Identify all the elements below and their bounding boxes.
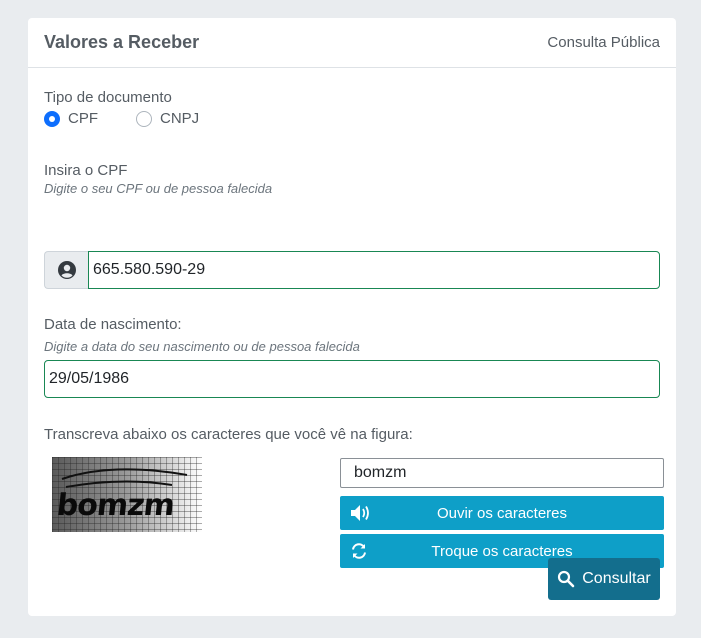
doc-type-radios: CPF CNPJ xyxy=(44,110,237,127)
consult-button[interactable]: Consultar xyxy=(548,558,660,600)
radio-cpf[interactable]: CPF xyxy=(44,110,98,127)
form-card: Valores a Receber Consulta Pública Tipo … xyxy=(28,18,676,616)
birth-date-input[interactable]: 29/05/1986 xyxy=(44,360,660,398)
card-header: Valores a Receber Consulta Pública xyxy=(28,18,676,68)
radio-cnpj[interactable]: CNPJ xyxy=(136,110,199,127)
captcha-image-text: bomzm xyxy=(55,488,176,523)
cpf-input-group: 665.580.590-29 xyxy=(44,251,660,289)
refresh-captcha-label: Troque os caracteres xyxy=(431,542,573,560)
captcha-controls: bomzm Ouvir os caracteres Troque os cara… xyxy=(340,458,664,568)
doc-type-group: Tipo de documento CPF CNPJ xyxy=(44,89,237,127)
refresh-icon xyxy=(352,543,366,559)
doc-type-label: Tipo de documento xyxy=(44,89,172,106)
birth-hint: Digite a data do seu nascimento ou de pe… xyxy=(44,339,360,354)
listen-captcha-button[interactable]: Ouvir os caracteres xyxy=(340,496,664,530)
page-subtitle: Consulta Pública xyxy=(547,34,660,51)
cpf-hint: Digite o seu CPF ou de pessoa falecida xyxy=(44,181,273,196)
cpf-group: Insira o CPF Digite o seu CPF ou de pess… xyxy=(44,162,272,196)
radio-cpf-label: CPF xyxy=(68,110,98,127)
cpf-input[interactable]: 665.580.590-29 xyxy=(88,251,660,289)
birth-label: Data de nascimento: xyxy=(44,316,182,333)
captcha-image: bomzm xyxy=(52,457,202,532)
radio-cnpj-indicator[interactable] xyxy=(136,110,152,127)
radio-cpf-indicator[interactable] xyxy=(44,110,60,127)
listen-captcha-label: Ouvir os caracteres xyxy=(436,504,568,522)
search-icon xyxy=(558,570,575,588)
consult-button-label: Consultar xyxy=(582,570,651,587)
cpf-addon xyxy=(44,251,88,289)
birth-group: Data de nascimento: Digite a data do seu… xyxy=(44,316,360,354)
captcha-input[interactable]: bomzm xyxy=(340,458,664,488)
volume-icon xyxy=(351,505,369,521)
user-circle-icon xyxy=(57,261,76,279)
cpf-label: Insira o CPF xyxy=(44,162,128,179)
radio-cnpj-label: CNPJ xyxy=(160,110,200,127)
page-title: Valores a Receber xyxy=(44,32,200,52)
captcha-label: Transcreva abaixo os caracteres que você… xyxy=(44,426,413,443)
